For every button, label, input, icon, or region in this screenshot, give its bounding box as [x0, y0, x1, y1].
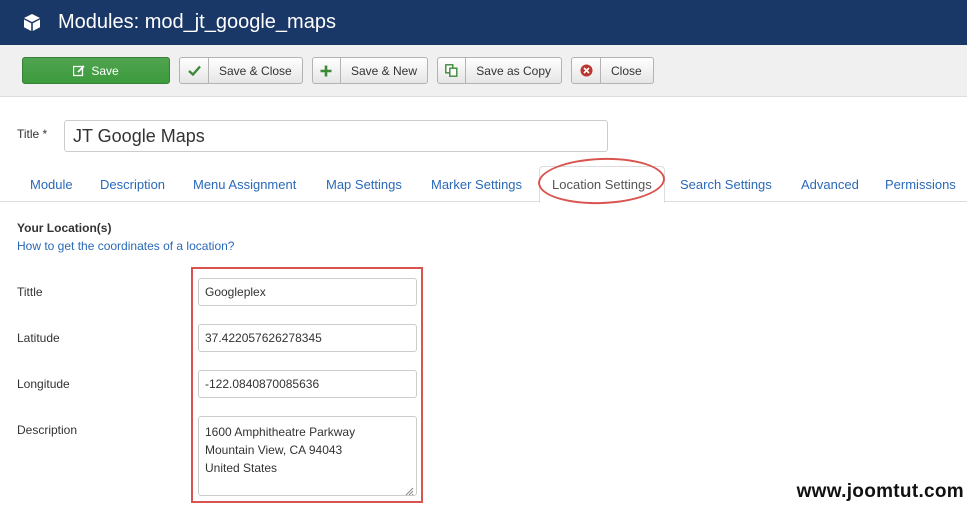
save-new-label: Save & New: [350, 63, 417, 78]
tab-advanced[interactable]: Advanced: [801, 177, 859, 192]
tab-map-settings[interactable]: Map Settings: [326, 177, 402, 192]
edit-icon: [73, 58, 85, 83]
title-label: Title *: [17, 127, 48, 141]
tittle-label: Tittle: [17, 285, 43, 299]
copy-icon: [438, 58, 467, 83]
save-close-label: Save & Close: [219, 63, 292, 78]
save-as-copy-label: Save as Copy: [476, 63, 551, 78]
tab-module[interactable]: Module: [30, 177, 73, 192]
coordinates-help-link[interactable]: How to get the coordinates of a location…: [17, 239, 234, 253]
tab-search-settings[interactable]: Search Settings: [680, 177, 772, 192]
close-button[interactable]: Close: [571, 57, 654, 84]
page-title: Modules: mod_jt_google_maps: [58, 11, 336, 33]
save-new-button[interactable]: Save & New: [312, 57, 428, 84]
toolbar: Save Save & Close Save & New Save as Cop…: [0, 45, 967, 97]
save-button-label: Save: [91, 63, 119, 78]
highlight-box: [191, 267, 423, 503]
watermark: www.joomtut.com: [796, 481, 964, 502]
section-title: Your Location(s): [17, 221, 112, 235]
tab-marker-settings[interactable]: Marker Settings: [431, 177, 522, 192]
app-header: Modules: mod_jt_google_maps: [0, 0, 967, 45]
latitude-label: Latitude: [17, 331, 60, 345]
cube-icon: [22, 13, 42, 33]
title-input[interactable]: JT Google Maps: [64, 120, 608, 152]
tab-menu-assignment[interactable]: Menu Assignment: [193, 177, 296, 192]
longitude-label: Longitude: [17, 377, 70, 391]
tab-description[interactable]: Description: [100, 177, 165, 192]
save-close-button[interactable]: Save & Close: [179, 57, 303, 84]
plus-icon: [313, 58, 341, 83]
tab-bar: Module Description Menu Assignment Map S…: [0, 166, 967, 203]
tab-permissions[interactable]: Permissions: [885, 177, 956, 192]
save-button[interactable]: Save: [22, 57, 170, 84]
close-label: Close: [611, 63, 642, 78]
save-as-copy-button[interactable]: Save as Copy: [437, 57, 562, 84]
check-icon: [180, 58, 209, 83]
description-label: Description: [17, 423, 78, 437]
close-circle-icon: [572, 58, 601, 83]
